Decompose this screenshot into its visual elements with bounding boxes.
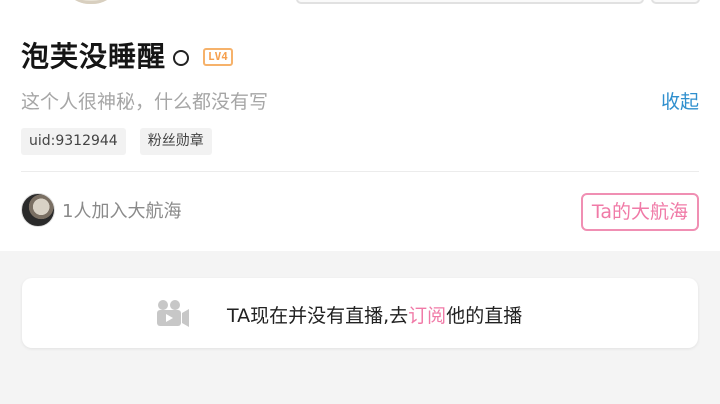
user-signature: 这个人很神秘，什么都没有写	[21, 91, 269, 113]
top-button[interactable]	[296, 0, 644, 4]
top-menu-button[interactable]	[651, 0, 700, 4]
profile-panel: 泡芙没睡醒 LV4 这个人很神秘，什么都没有写 收起 uid:9312944 粉…	[0, 0, 720, 251]
live-status-suffix: 他的直播	[446, 305, 523, 327]
video-camera-icon	[157, 300, 189, 327]
live-status-prefix: TA现在并没有直播,去	[227, 305, 409, 327]
tag-list: uid:9312944 粉丝勋章	[21, 128, 212, 155]
live-status-card: TA现在并没有直播,去订阅他的直播	[22, 278, 698, 348]
level-badge: LV4	[203, 48, 233, 66]
divider	[21, 171, 699, 172]
collapse-button[interactable]: 收起	[661, 87, 699, 114]
fleet-button[interactable]: Ta的大航海	[580, 193, 699, 231]
fleet-row[interactable]: 1人加入大航海	[21, 193, 181, 227]
user-avatar[interactable]	[60, 0, 122, 4]
uid-tag[interactable]: uid:9312944	[21, 128, 126, 155]
fan-medal-tag[interactable]: 粉丝勋章	[139, 128, 212, 155]
name-row: 泡芙没睡醒 LV4	[21, 36, 233, 74]
fleet-count-text: 1人加入大航海	[62, 201, 182, 222]
user-name: 泡芙没睡醒	[21, 40, 167, 73]
status-dot-icon	[173, 50, 190, 66]
subscribe-link[interactable]: 订阅	[408, 305, 446, 327]
live-status-text: TA现在并没有直播,去订阅他的直播	[227, 301, 522, 328]
fleet-member-avatar	[21, 193, 55, 227]
